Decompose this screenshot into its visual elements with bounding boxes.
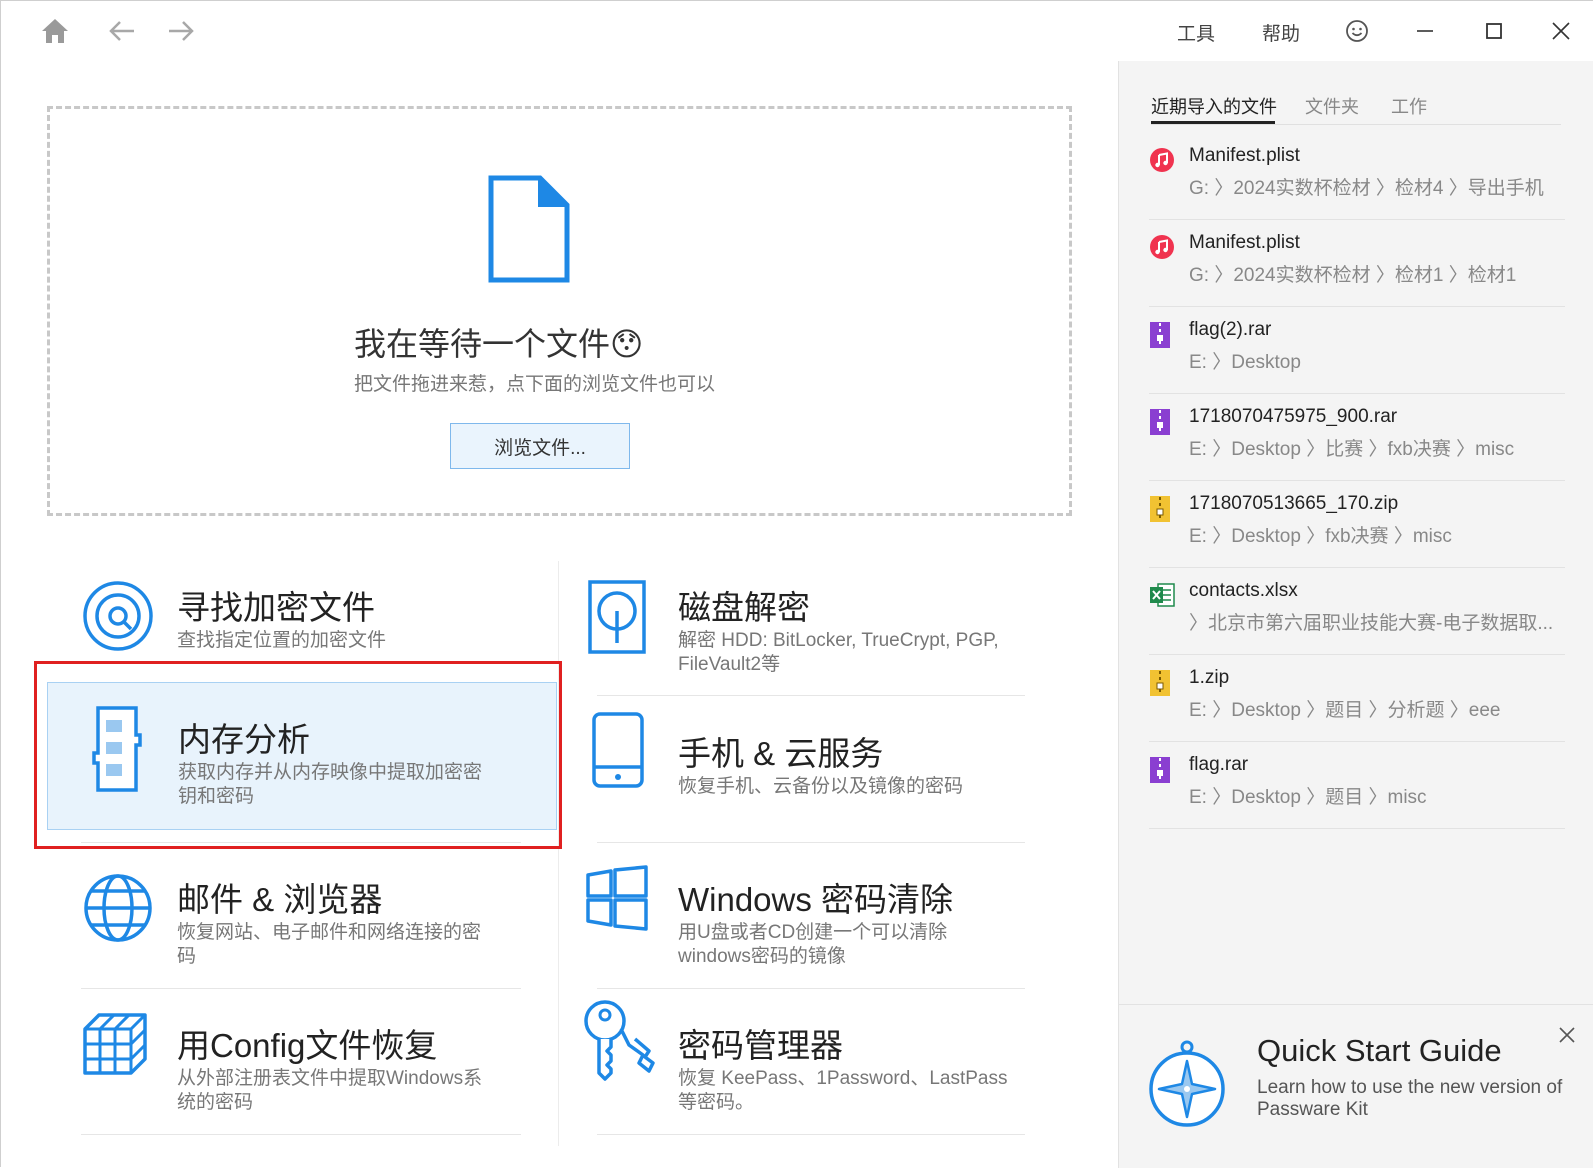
recent-file-item[interactable]: 1718070475975_900.rar E: 〉Desktop 〉比赛 〉fx…: [1149, 394, 1565, 481]
keys-icon: [581, 999, 655, 1081]
phone-icon: [591, 711, 665, 788]
tile-title: 邮件 & 浏览器: [177, 881, 383, 918]
music-icon: [1149, 147, 1177, 175]
menu-help[interactable]: 帮助: [1262, 19, 1300, 46]
forward-arrow-icon[interactable]: [163, 13, 199, 49]
tile-title: 密码管理器: [678, 1027, 843, 1064]
sidebar-tabs: 近期导入的文件 文件夹 工作: [1151, 85, 1561, 125]
tile-phone-cloud[interactable]: 手机 & 云服务 恢复手机、云备份以及镜像的密码: [551, 707, 1021, 853]
tile-config-recovery[interactable]: 用Config文件恢复 从外部注册表文件中提取Windows系统的密码: [47, 999, 517, 1145]
file-name: 1.zip: [1189, 667, 1230, 688]
rar-icon: [1149, 408, 1177, 436]
file-path: E: 〉Desktop 〉题目 〉分析题 〉eee: [1189, 700, 1501, 721]
disc-search-icon: [81, 579, 155, 653]
smiley-feedback-icon[interactable]: [1339, 13, 1375, 49]
active-tab-indicator: [1151, 121, 1275, 124]
quick-start-title: Quick Start Guide: [1257, 1033, 1502, 1068]
file-name: 1718070475975_900.rar: [1189, 406, 1398, 427]
sidebar: 近期导入的文件 文件夹 工作 Manifest.plist G: 〉2024实数杯…: [1118, 61, 1593, 1168]
tile-title: 磁盘解密: [678, 589, 810, 626]
tab-jobs[interactable]: 工作: [1391, 93, 1427, 119]
disk-icon: [587, 579, 661, 654]
rar-icon: [1149, 321, 1177, 349]
cubes-icon: [81, 1011, 155, 1085]
recent-file-item[interactable]: contacts.xlsx 〉北京市第六届职业技能大赛-电子数据取...: [1149, 568, 1565, 655]
tile-description: 用U盘或者CD创建一个可以清除windows密码的镜像: [678, 922, 948, 967]
app-window: 工具 帮助 我在等待一个文件😯 把文件拖进来惹，点下面的浏览文件也可以 浏览文件…: [0, 0, 1593, 1168]
tile-description: 恢复 KeePass、1Password、LastPass 等密码。: [678, 1068, 1008, 1113]
tile-title: 寻找加密文件: [177, 589, 375, 626]
title-bar: 工具 帮助: [1, 1, 1593, 61]
file-path: E: 〉Desktop 〉题目 〉misc: [1189, 787, 1427, 808]
zip-icon: [1149, 495, 1177, 523]
maximize-icon[interactable]: [1476, 13, 1512, 49]
file-drop-zone[interactable]: 我在等待一个文件😯 把文件拖进来惹，点下面的浏览文件也可以 浏览文件...: [47, 106, 1072, 516]
back-arrow-icon[interactable]: [104, 13, 140, 49]
windows-icon: [585, 865, 659, 939]
recent-file-item[interactable]: 1.zip E: 〉Desktop 〉题目 〉分析题 〉eee: [1149, 655, 1565, 742]
file-name: flag.rar: [1189, 754, 1249, 775]
recent-file-item[interactable]: flag(2).rar E: 〉Desktop: [1149, 307, 1565, 394]
minimize-icon[interactable]: [1407, 13, 1443, 49]
tile-disk-decryption[interactable]: 磁盘解密 解密 HDD: BitLocker, TrueCrypt, PGP, …: [551, 561, 1021, 707]
quick-start-description: Learn how to use the new version of Pass…: [1257, 1077, 1563, 1120]
main-area: 我在等待一个文件😯 把文件拖进来惹，点下面的浏览文件也可以 浏览文件... 寻找…: [1, 61, 1118, 1168]
drop-zone-subtitle: 把文件拖进来惹，点下面的浏览文件也可以: [354, 374, 716, 395]
music-icon: [1149, 234, 1177, 262]
file-name: Manifest.plist: [1189, 145, 1300, 166]
file-path: E: 〉Desktop: [1189, 352, 1301, 373]
globe-icon: [81, 871, 155, 945]
tile-description: 获取内存并从内存映像中提取加密密钥和密码: [178, 762, 483, 807]
tile-description: 从外部注册表文件中提取Windows系统的密码: [177, 1068, 483, 1113]
close-icon[interactable]: [1557, 1025, 1579, 1047]
tile-memory-analysis[interactable]: 内存分析 获取内存并从内存映像中提取加密密钥和密码: [47, 682, 557, 830]
tile-mail-browser[interactable]: 邮件 & 浏览器 恢复网站、电子邮件和网络连接的密码: [47, 853, 517, 999]
excel-icon: [1149, 582, 1177, 610]
home-icon[interactable]: [37, 13, 73, 49]
file-name: flag(2).rar: [1189, 319, 1272, 340]
tile-divider: [81, 842, 521, 843]
tile-title: 内存分析: [178, 721, 310, 758]
tile-password-managers[interactable]: 密码管理器 恢复 KeePass、1Password、LastPass 等密码。: [551, 999, 1021, 1145]
close-window-icon[interactable]: [1543, 13, 1579, 49]
zip-icon: [1149, 669, 1177, 697]
menu-tools[interactable]: 工具: [1177, 19, 1215, 46]
recent-file-item[interactable]: Manifest.plist G: 〉2024实数杯检材 〉检材4 〉导出手机: [1149, 133, 1565, 220]
document-icon: [488, 175, 570, 288]
tile-title: Windows 密码清除: [678, 881, 954, 918]
recent-file-item[interactable]: 1718070513665_170.zip E: 〉Desktop 〉fxb决赛 …: [1149, 481, 1565, 568]
quick-start-guide-panel[interactable]: Quick Start Guide Learn how to use the n…: [1119, 1004, 1593, 1168]
recent-file-item[interactable]: flag.rar E: 〉Desktop 〉题目 〉misc: [1149, 742, 1565, 829]
recent-files-list: Manifest.plist G: 〉2024实数杯检材 〉检材4 〉导出手机 Ma…: [1149, 133, 1565, 829]
recent-file-item[interactable]: Manifest.plist G: 〉2024实数杯检材 〉检材1 〉检材1: [1149, 220, 1565, 307]
compass-icon: [1149, 1039, 1229, 1129]
drop-zone-title: 我在等待一个文件😯: [354, 326, 644, 362]
file-path: E: 〉Desktop 〉fxb决赛 〉misc: [1189, 526, 1452, 547]
tab-recent-files[interactable]: 近期导入的文件: [1151, 93, 1277, 119]
file-path: G: 〉2024实数杯检材 〉检材1 〉检材1: [1189, 265, 1517, 286]
memory-icon: [90, 705, 164, 792]
tile-description: 恢复网站、电子邮件和网络连接的密码: [177, 922, 482, 967]
rar-icon: [1149, 756, 1177, 784]
file-name: Manifest.plist: [1189, 232, 1300, 253]
tab-folders[interactable]: 文件夹: [1305, 93, 1359, 119]
file-name: contacts.xlsx: [1189, 580, 1298, 601]
tile-title: 手机 & 云服务: [678, 735, 884, 772]
file-name: 1718070513665_170.zip: [1189, 493, 1399, 514]
file-path: 〉北京市第六届职业技能大赛-电子数据取...: [1189, 613, 1554, 634]
browse-files-button[interactable]: 浏览文件...: [450, 423, 630, 469]
tile-title: 用Config文件恢复: [177, 1027, 438, 1064]
tile-description: 恢复手机、云备份以及镜像的密码: [678, 776, 964, 797]
tile-description: 解密 HDD: BitLocker, TrueCrypt, PGP, FileV…: [678, 630, 999, 675]
file-path: G: 〉2024实数杯检材 〉检材4 〉导出手机: [1189, 178, 1544, 199]
tile-windows-password-reset[interactable]: Windows 密码清除 用U盘或者CD创建一个可以清除windows密码的镜像: [551, 853, 1021, 999]
tile-description: 查找指定位置的加密文件: [177, 630, 387, 651]
file-path: E: 〉Desktop 〉比赛 〉fxb决赛 〉misc: [1189, 439, 1515, 460]
